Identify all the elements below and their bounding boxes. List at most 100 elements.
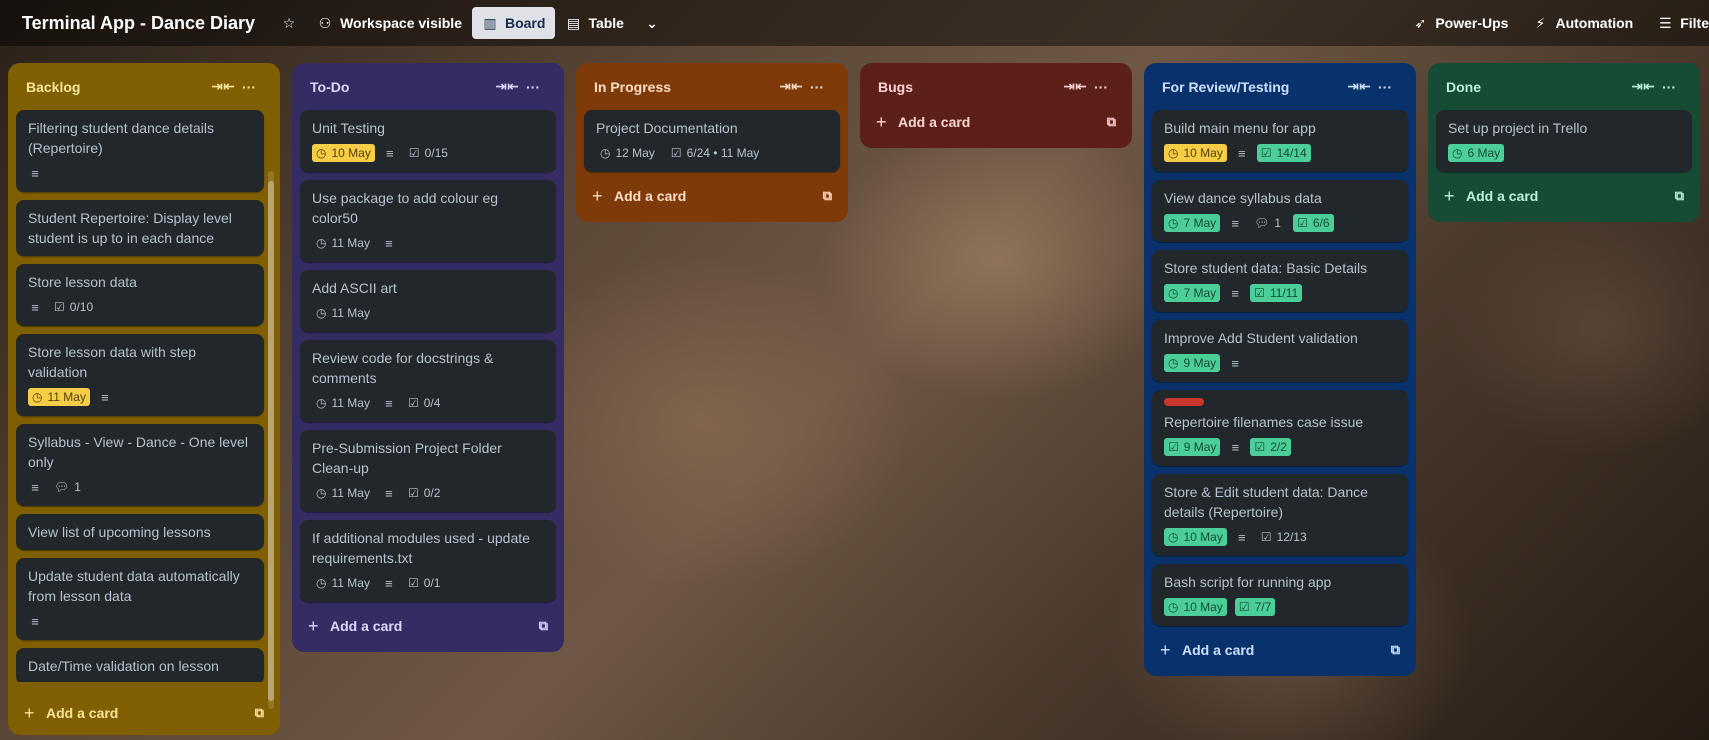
clock-icon: ◷ [316, 396, 327, 410]
collapse-icon[interactable]: ⇥⇤ [494, 78, 520, 95]
view-board-label: Board [504, 15, 546, 31]
list-title[interactable]: In Progress [594, 79, 778, 95]
completed-date-badge[interactable]: ◷ 10 May [1164, 528, 1227, 546]
card[interactable]: Repertoire filenames case issue ☑ 9 May ≡… [1152, 390, 1408, 466]
filter-icon: ☰ [1658, 14, 1672, 31]
due-date-badge[interactable]: ◷ 10 May [312, 144, 375, 162]
more-icon[interactable]: ··· [520, 79, 546, 95]
more-icon[interactable]: ··· [1656, 79, 1682, 95]
card[interactable]: Store & Edit student data: Dance details… [1152, 474, 1408, 556]
card-title: Pre-Submission Project Folder Clean-up [312, 440, 502, 476]
checkbox-icon: ☑ [54, 300, 65, 314]
view-table-button[interactable]: ▤ Table [555, 7, 634, 39]
date-badge[interactable]: ◷ 11 May [312, 234, 374, 252]
views-dropdown-button[interactable]: ⌄ [634, 7, 670, 39]
completed-date-badge[interactable]: ◷ 6 May [1448, 144, 1505, 162]
clock-icon: ◷ [1168, 356, 1179, 370]
list-title[interactable]: To-Do [310, 79, 494, 95]
date-badge[interactable]: ◷ 11 May [312, 304, 374, 322]
card[interactable]: Use package to add colour eg color50 ◷ 11… [300, 180, 556, 262]
checklist-badge: ☑ 6/6 [1293, 214, 1334, 232]
card[interactable]: Bash script for running app ◷ 10 May ☑ 7/7 [1152, 564, 1408, 626]
completed-date-badge[interactable]: ◷ 9 May [1164, 354, 1221, 372]
list-title[interactable]: Bugs [878, 79, 1062, 95]
date-badge[interactable]: ◷ 11 May [312, 574, 374, 592]
card-title: Set up project in Trello [1448, 120, 1588, 136]
checklist-badge: ☑ 0/2 [407, 486, 441, 500]
date-badge[interactable]: ◷ 11 May [312, 394, 374, 412]
add-card-button[interactable]: + Add a card ⧉ [1436, 178, 1692, 214]
completed-date-badge[interactable]: ☑ 9 May [1164, 438, 1221, 456]
card[interactable]: Store lesson data with step validation ◷… [16, 334, 264, 416]
list-backlog: Backlog ⇥⇤ ··· Filtering student dance d… [8, 63, 280, 735]
completed-date-badge[interactable]: ◷ 7 May [1164, 284, 1221, 302]
card[interactable]: Pre-Submission Project Folder Clean-up ◷… [300, 430, 556, 512]
checklist-badge: ☑ 0/1 [407, 576, 441, 590]
due-date-badge[interactable]: ◷ 11 May [28, 388, 90, 406]
collapse-icon[interactable]: ⇥⇤ [210, 78, 236, 95]
card-label-red[interactable] [1164, 398, 1204, 406]
card[interactable]: Filtering student dance details (Reperto… [16, 110, 264, 192]
add-card-button[interactable]: + Add a card ⧉ [584, 178, 840, 214]
list-title[interactable]: Done [1446, 79, 1630, 95]
card[interactable]: Syllabus - View - Dance - One level only… [16, 424, 264, 506]
description-icon: ≡ [385, 395, 393, 411]
collapse-icon[interactable]: ⇥⇤ [778, 78, 804, 95]
card[interactable]: Store lesson data ≡ ☑ 0/10 [16, 264, 264, 326]
collapse-icon[interactable]: ⇥⇤ [1062, 78, 1088, 95]
card[interactable]: Unit Testing ◷ 10 May ≡ ☑ 0/15 [300, 110, 556, 172]
card[interactable]: Build main menu for app ◷ 10 May ≡ ☑ 14/14 [1152, 110, 1408, 172]
checklist-badge: ☑ 12/13 [1260, 530, 1307, 544]
card[interactable]: Set up project in Trello ◷ 6 May [1436, 110, 1692, 172]
filters-button[interactable]: ☰ Filte [1647, 7, 1709, 39]
board-title[interactable]: Terminal App - Dance Diary [22, 13, 255, 34]
plus-icon: + [1444, 185, 1455, 206]
more-icon[interactable]: ··· [236, 79, 262, 95]
card[interactable]: Date/Time validation on lesson [16, 648, 264, 682]
scrollbar-thumb[interactable] [268, 181, 274, 701]
card[interactable]: View dance syllabus data ◷ 7 May ≡ 💬︎ 1 ☑ 6… [1152, 180, 1408, 242]
card-title: View list of upcoming lessons [28, 524, 211, 540]
more-icon[interactable]: ··· [804, 79, 830, 95]
template-icon[interactable]: ⧉ [1107, 114, 1116, 130]
card[interactable]: Store student data: Basic Details ◷ 7 May… [1152, 250, 1408, 312]
template-icon[interactable]: ⧉ [539, 618, 548, 634]
template-icon[interactable]: ⧉ [1675, 188, 1684, 204]
list-title[interactable]: Backlog [26, 79, 210, 95]
card[interactable]: Student Repertoire: Display level studen… [16, 200, 264, 256]
card[interactable]: Update student data automatically from l… [16, 558, 264, 640]
description-icon: ≡ [1238, 529, 1246, 545]
completed-date-badge[interactable]: ◷ 10 May [1164, 598, 1227, 616]
checkbox-icon: ☑ [1168, 440, 1179, 454]
date-badge[interactable]: ◷ 11 May [312, 484, 374, 502]
template-icon[interactable]: ⧉ [1391, 642, 1400, 658]
card[interactable]: Review code for docstrings & comments ◷ 1… [300, 340, 556, 422]
card-title: Date/Time validation on lesson [28, 658, 219, 674]
checklist-badge: ☑ 0/15 [408, 146, 448, 160]
list-title[interactable]: For Review/Testing [1162, 79, 1346, 95]
add-card-button[interactable]: + Add a card ⧉ [16, 695, 272, 731]
visibility-button[interactable]: ⚇ Workspace visible [307, 7, 472, 39]
template-icon[interactable]: ⧉ [255, 705, 264, 721]
template-icon[interactable]: ⧉ [823, 188, 832, 204]
card[interactable]: Project Documentation ◷ 12 May ☑ 6/24 • 11… [584, 110, 840, 172]
collapse-icon[interactable]: ⇥⇤ [1630, 78, 1656, 95]
more-icon[interactable]: ··· [1372, 79, 1398, 95]
more-icon[interactable]: ··· [1088, 79, 1114, 95]
completed-date-badge[interactable]: ◷ 7 May [1164, 214, 1221, 232]
date-badge[interactable]: ◷ 12 May [596, 144, 659, 162]
card[interactable]: Improve Add Student validation ◷ 9 May ≡ [1152, 320, 1408, 382]
card[interactable]: Add ASCII art ◷ 11 May [300, 270, 556, 332]
collapse-icon[interactable]: ⇥⇤ [1346, 78, 1372, 95]
add-card-button[interactable]: + Add a card ⧉ [1152, 632, 1408, 668]
table-icon: ▤ [566, 14, 581, 31]
view-board-button[interactable]: ▥ Board [471, 7, 556, 39]
card[interactable]: If additional modules used - update requ… [300, 520, 556, 602]
automation-button[interactable]: ⚡ Automation [1522, 7, 1643, 39]
add-card-button[interactable]: + Add a card ⧉ [868, 104, 1124, 140]
star-button[interactable]: ☆ [271, 7, 307, 39]
due-date-badge[interactable]: ◷ 10 May [1164, 144, 1227, 162]
powerups-button[interactable]: ➶ Power-Ups [1402, 7, 1518, 39]
add-card-button[interactable]: + Add a card ⧉ [300, 608, 556, 644]
card[interactable]: View list of upcoming lessons [16, 514, 264, 550]
